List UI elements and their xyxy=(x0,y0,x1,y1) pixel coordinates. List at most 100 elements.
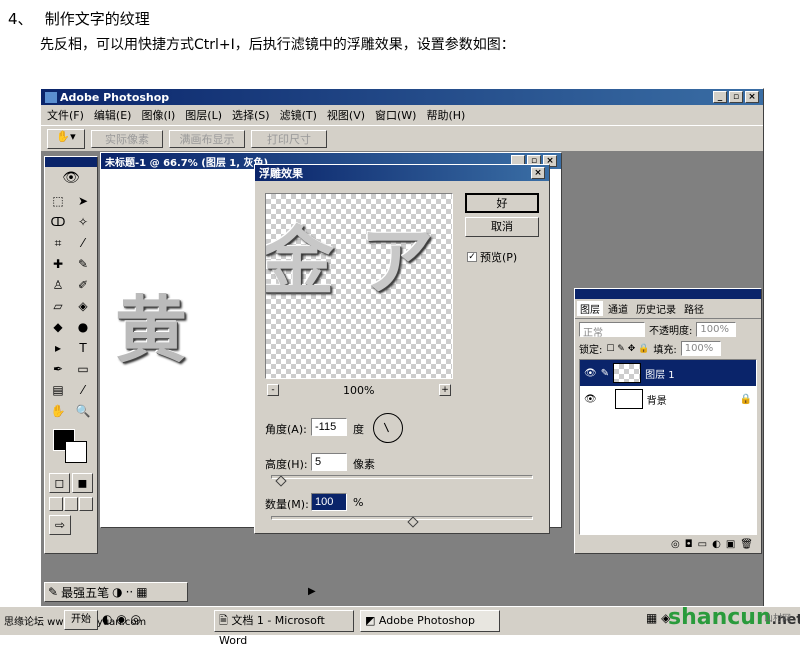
ime-keyboard-icon[interactable]: ▦ xyxy=(136,585,147,599)
ime-punct-icon[interactable]: ·· xyxy=(126,585,134,599)
menu-view[interactable]: 视图(V) xyxy=(327,107,365,123)
zoom-tool-icon[interactable]: 🔍 xyxy=(72,401,94,421)
pen-tool-icon[interactable]: ✒ xyxy=(47,359,69,379)
layer-row[interactable]: 👁 ✎ 图层 1 xyxy=(580,360,756,386)
standard-mode-icon[interactable]: ◻ xyxy=(49,473,70,493)
scroll-arrow-icon[interactable]: ▶ xyxy=(308,586,316,597)
zoom-in-button[interactable]: + xyxy=(439,384,451,396)
lasso-tool-icon[interactable]: ↀ xyxy=(47,212,69,232)
zoom-out-button[interactable]: - xyxy=(267,384,279,396)
screen-mode-2-icon[interactable] xyxy=(64,497,78,511)
emboss-dialog: 浮雕效果 × 金 ア - 100% + 好 取消 ✓ 预览(P) 角度(A): … xyxy=(254,164,550,534)
ime-name[interactable]: 最强五笔 xyxy=(61,584,109,601)
ok-button[interactable]: 好 xyxy=(465,193,539,213)
brand-small: 山村网 xyxy=(764,614,792,624)
task-photoshop[interactable]: ◩ Adobe Photoshop xyxy=(360,610,500,632)
quickmask-mode-icon[interactable]: ◼ xyxy=(72,473,93,493)
lock-label: 锁定: xyxy=(579,345,603,356)
magic-wand-icon[interactable]: ✧ xyxy=(72,212,94,232)
menu-image[interactable]: 图像(I) xyxy=(141,107,175,123)
minimize-icon[interactable]: _ xyxy=(713,91,727,103)
layer-style-icon[interactable]: ◎ xyxy=(671,539,680,550)
screen-mode-1-icon[interactable] xyxy=(49,497,63,511)
stamp-tool-icon[interactable]: ♙ xyxy=(47,275,69,295)
print-size-button[interactable]: 打印尺寸 xyxy=(251,129,327,148)
path-select-icon[interactable]: ▸ xyxy=(47,338,69,358)
layer-row[interactable]: 👁 背景 🔒 xyxy=(580,386,756,412)
hand-tool-icon[interactable]: ✋ xyxy=(47,401,69,421)
tray-icons[interactable]: ▦ ◈ xyxy=(646,611,670,625)
angle-dial[interactable] xyxy=(373,413,403,443)
menu-layer[interactable]: 图层(L) xyxy=(185,107,222,123)
opacity-field[interactable]: 100% xyxy=(696,322,737,337)
menu-window[interactable]: 窗口(W) xyxy=(375,107,416,123)
color-swatches[interactable] xyxy=(49,427,93,467)
imageready-jump-icon[interactable]: ⇨ xyxy=(49,515,71,535)
quicklaunch-icons[interactable]: ◐ ◉ ◎ xyxy=(102,612,141,626)
type-tool-icon[interactable]: T xyxy=(72,338,94,358)
dialog-close-icon[interactable]: × xyxy=(531,167,545,179)
task-word[interactable]: 🗎 文档 1 - Microsoft Word xyxy=(214,610,354,647)
start-button[interactable]: 开始 xyxy=(64,610,98,630)
dialog-titlebar: 浮雕效果 × xyxy=(255,165,549,181)
slice-tool-icon[interactable]: ⁄ xyxy=(72,233,94,253)
preview-checkbox[interactable]: ✓ 预览(P) xyxy=(467,249,517,265)
task-photoshop-label: Adobe Photoshop xyxy=(378,614,475,627)
fill-field[interactable]: 100% xyxy=(680,341,721,356)
menu-filter[interactable]: 滤镜(T) xyxy=(280,107,317,123)
new-layer-icon[interactable]: ▣ xyxy=(726,539,735,550)
task-word-label: 文档 1 - Microsoft Word xyxy=(219,614,325,647)
blur-tool-icon[interactable]: ◆ xyxy=(47,317,69,337)
ime-moon-icon[interactable]: ◑ xyxy=(112,585,122,599)
mask-icon[interactable]: ◘ xyxy=(685,539,693,550)
dodge-tool-icon[interactable]: ● xyxy=(72,317,94,337)
menu-edit[interactable]: 编辑(E) xyxy=(94,107,132,123)
brush-link-icon[interactable]: ✎ xyxy=(601,368,609,379)
actual-pixels-button[interactable]: 实际像素 xyxy=(91,129,163,148)
tab-layers[interactable]: 图层 xyxy=(577,301,603,316)
eraser-tool-icon[interactable]: ▱ xyxy=(47,296,69,316)
layers-palette: 图层 通道 历史记录 路径 正常 不透明度: 100% 锁定: ☐ ✎ ✥ 🔒 … xyxy=(574,288,762,554)
history-brush-icon[interactable]: ✐ xyxy=(72,275,94,295)
amount-slider[interactable] xyxy=(271,516,533,520)
lock-icons[interactable]: ☐ ✎ ✥ 🔒 xyxy=(606,344,649,354)
document-title: 未标题-1 @ 66.7% (图层 1, 灰色) xyxy=(105,157,269,169)
palette-footer: ◎ ◘ ▭ ◐ ▣ 🗑 xyxy=(575,537,761,552)
amount-field[interactable] xyxy=(311,493,347,511)
menu-help[interactable]: 帮助(H) xyxy=(426,107,465,123)
angle-field[interactable] xyxy=(311,418,347,436)
close-icon[interactable]: × xyxy=(745,91,759,103)
restore-icon[interactable]: ▫ xyxy=(729,91,743,103)
tab-channels[interactable]: 通道 xyxy=(605,301,631,316)
preview-area[interactable]: 金 ア xyxy=(265,193,453,379)
fit-screen-button[interactable]: 满画布显示 xyxy=(169,129,245,148)
eyedropper-icon[interactable]: ⁄ xyxy=(72,380,94,400)
menu-file[interactable]: 文件(F) xyxy=(47,107,84,123)
shape-tool-icon[interactable]: ▭ xyxy=(72,359,94,379)
tab-history[interactable]: 历史记录 xyxy=(633,301,679,316)
step-heading: 4、 制作文字的纹理 xyxy=(8,8,150,29)
menu-select[interactable]: 选择(S) xyxy=(232,107,270,123)
blend-mode-select[interactable]: 正常 xyxy=(579,322,645,339)
trash-icon[interactable]: 🗑 xyxy=(740,539,753,550)
tab-paths[interactable]: 路径 xyxy=(681,301,707,316)
crop-tool-icon[interactable]: ⌗ xyxy=(47,233,69,253)
eye-icon[interactable]: 👁 xyxy=(584,394,597,405)
background-color[interactable] xyxy=(65,441,87,463)
new-set-icon[interactable]: ▭ xyxy=(698,539,707,550)
notes-tool-icon[interactable]: ▤ xyxy=(47,380,69,400)
move-tool-icon[interactable]: ➤ xyxy=(72,191,94,211)
heal-tool-icon[interactable]: ✚ xyxy=(47,254,69,274)
adjustment-icon[interactable]: ◐ xyxy=(712,539,721,550)
height-slider[interactable] xyxy=(271,475,533,479)
bucket-tool-icon[interactable]: ◈ xyxy=(72,296,94,316)
screen-mode-3-icon[interactable] xyxy=(79,497,93,511)
fill-label: 填充: xyxy=(653,345,677,356)
eye-icon[interactable]: 👁 xyxy=(584,368,597,379)
brush-tool-icon[interactable]: ✎ xyxy=(72,254,94,274)
height-field[interactable] xyxy=(311,453,347,471)
hand-tool-preset[interactable]: ✋▾ xyxy=(47,128,85,149)
ime-pen-icon[interactable]: ✎ xyxy=(48,585,58,599)
marquee-tool-icon[interactable]: ⬚ xyxy=(47,191,69,211)
cancel-button[interactable]: 取消 xyxy=(465,217,539,237)
